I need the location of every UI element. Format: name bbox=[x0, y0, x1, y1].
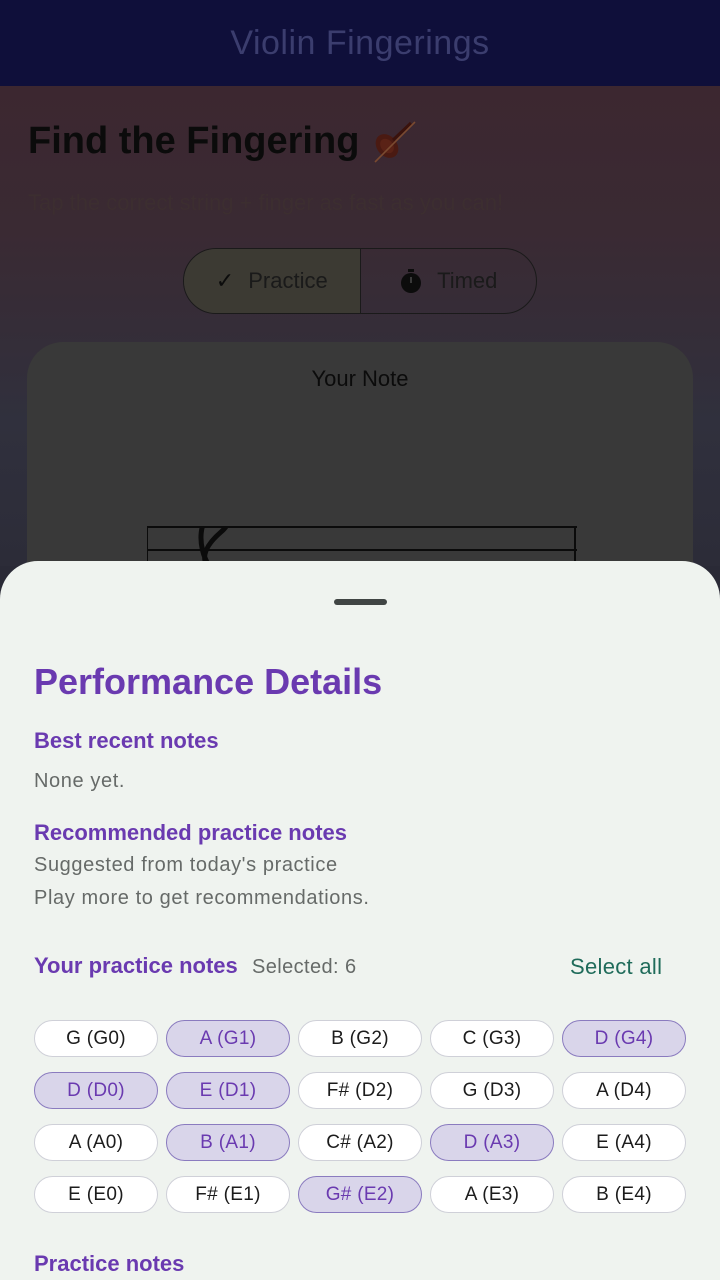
note-chip[interactable]: A (E3) bbox=[430, 1176, 554, 1213]
note-chip[interactable]: A (D4) bbox=[562, 1072, 686, 1109]
note-chip[interactable]: G (D3) bbox=[430, 1072, 554, 1109]
note-chip[interactable]: B (A1) bbox=[166, 1124, 290, 1161]
note-chip[interactable]: C# (A2) bbox=[298, 1124, 422, 1161]
note-chip[interactable]: G (G0) bbox=[34, 1020, 158, 1057]
note-chip[interactable]: D (A3) bbox=[430, 1124, 554, 1161]
recommended-notes-title: Recommended practice notes bbox=[34, 820, 347, 845]
note-chip[interactable]: B (G2) bbox=[298, 1020, 422, 1057]
note-chip[interactable]: D (D0) bbox=[34, 1072, 158, 1109]
note-chip[interactable]: B (E4) bbox=[562, 1176, 686, 1213]
your-practice-notes-title: Your practice notes bbox=[34, 953, 238, 978]
practice-notes-chip-grid: G (G0) A (G1) B (G2) C (G3) D (G4) D (D0) E (D… bbox=[34, 1020, 686, 1213]
recommended-notes-subtitle: Suggested from today's practice bbox=[34, 854, 338, 876]
select-all-button[interactable]: Select all bbox=[570, 954, 662, 980]
practice-notes-title: Practice notes bbox=[34, 1251, 185, 1276]
drag-handle[interactable] bbox=[334, 599, 387, 605]
note-chip[interactable]: A (G1) bbox=[166, 1020, 290, 1057]
recommended-notes-text: Play more to get recommendations. bbox=[34, 887, 370, 909]
note-chip[interactable]: G# (E2) bbox=[298, 1176, 422, 1213]
note-chip[interactable]: E (A4) bbox=[562, 1124, 686, 1161]
selected-count: Selected: 6 bbox=[252, 956, 357, 978]
note-chip[interactable]: F# (D2) bbox=[298, 1072, 422, 1109]
note-chip[interactable]: D (G4) bbox=[562, 1020, 686, 1057]
best-recent-notes-title: Best recent notes bbox=[34, 728, 219, 753]
note-chip[interactable]: E (D1) bbox=[166, 1072, 290, 1109]
note-chip[interactable]: E (E0) bbox=[34, 1176, 158, 1213]
note-chip[interactable]: C (G3) bbox=[430, 1020, 554, 1057]
sheet-title: Performance Details bbox=[34, 661, 383, 702]
note-chip[interactable]: A (A0) bbox=[34, 1124, 158, 1161]
performance-details-sheet: Performance Details Best recent notes No… bbox=[0, 561, 720, 1280]
best-recent-notes-text: None yet. bbox=[34, 770, 126, 792]
note-chip[interactable]: F# (E1) bbox=[166, 1176, 290, 1213]
